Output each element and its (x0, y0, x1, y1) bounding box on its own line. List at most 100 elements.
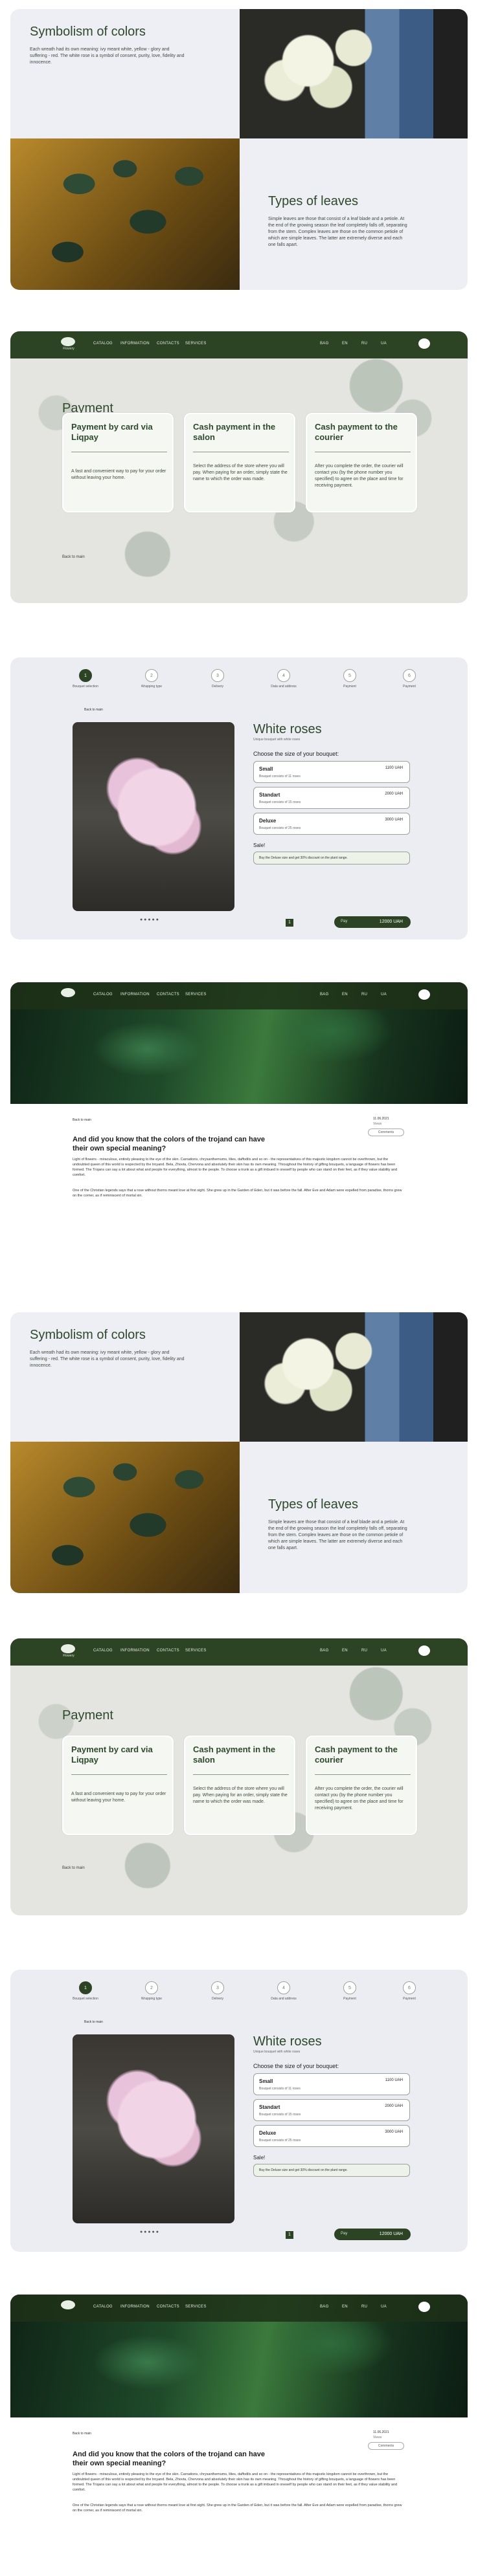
lang-ru[interactable]: RU (361, 342, 367, 346)
colors-text: Each wreath had its own meaning: ivy mea… (30, 47, 185, 65)
size-option-deluxe[interactable]: Deluxe Bouquet consists of 25 roses 3000… (253, 2125, 410, 2147)
step-1[interactable]: 1 (79, 1981, 92, 1994)
nav-contacts[interactable]: CONTACTS (157, 1649, 179, 1653)
logo-icon[interactable] (61, 2300, 75, 2309)
back-to-main-link[interactable]: Back to main (62, 555, 85, 559)
nav-bag[interactable]: BAG (320, 1649, 329, 1653)
lang-ru[interactable]: RU (361, 1649, 367, 1653)
back-to-main-link[interactable]: Back to main (62, 1866, 85, 1870)
nav-information[interactable]: INFORMATION (120, 342, 150, 346)
top-nav: Flowery CATALOG INFORMATION CONTACTS SER… (10, 331, 468, 358)
size-option-small[interactable]: Small Bouquet consists of 11 roses 1100 … (253, 2073, 410, 2095)
nav-information[interactable]: INFORMATION (120, 1649, 150, 1653)
comments-button[interactable]: Comments (368, 1128, 404, 1136)
sale-banner: Buy the Deluxe size and get 30% discount… (253, 852, 410, 864)
nav-catalog[interactable]: CATALOG (93, 2305, 113, 2309)
option-price: 2000 UAH (385, 792, 403, 796)
step-6[interactable]: 6 (403, 669, 416, 682)
payment-option-courier[interactable]: Cash payment to the courier After you co… (306, 413, 417, 512)
nav-catalog[interactable]: CATALOG (93, 1649, 113, 1653)
payment-option-salon[interactable]: Cash payment in the salon Select the add… (184, 1735, 295, 1835)
payment-option-liqpay[interactable]: Payment by card via Liqpay A fast and co… (62, 1735, 174, 1835)
qty-value[interactable]: 1 (286, 919, 293, 927)
lang-ua[interactable]: UA (381, 2305, 387, 2309)
payment-option-salon[interactable]: Cash payment in the salon Select the add… (184, 413, 295, 512)
nav-contacts[interactable]: CONTACTS (157, 2305, 179, 2309)
payment-section: Flowery CATALOG INFORMATION CONTACTS SER… (10, 331, 468, 603)
step-5[interactable]: 5 (343, 669, 356, 682)
step-2[interactable]: 2 (145, 669, 158, 682)
logo-icon[interactable] (61, 1644, 75, 1653)
step-4[interactable]: 4 (277, 669, 290, 682)
size-option-small[interactable]: Small Bouquet consists of 11 roses 1100 … (253, 761, 410, 783)
option-desc: Bouquet consists of 11 roses (259, 2087, 301, 2091)
carousel-dots[interactable]: ● ● ● ● ● (140, 918, 159, 922)
step-2[interactable]: 2 (145, 1981, 158, 1994)
lang-ru[interactable]: RU (361, 2305, 367, 2309)
pay-button[interactable]: Pay 12000 UAH (334, 2229, 411, 2240)
brand-name: Flowery (63, 1654, 74, 1658)
card-text: Select the address of the store where yo… (193, 1787, 288, 1804)
chat-icon[interactable] (418, 338, 430, 349)
logo-icon[interactable] (61, 337, 75, 346)
payment-option-liqpay[interactable]: Payment by card via Liqpay A fast and co… (62, 413, 174, 512)
back-to-main-link[interactable]: Back to main (73, 2432, 91, 2436)
size-option-standart[interactable]: Standart Bouquet consists of 15 roses 20… (253, 2099, 410, 2121)
nav-contacts[interactable]: CONTACTS (157, 342, 179, 346)
lang-en[interactable]: EN (342, 342, 348, 346)
step-5[interactable]: 5 (343, 1981, 356, 1994)
nav-catalog[interactable]: CATALOG (93, 993, 113, 996)
step-label: Wrapping type (141, 1997, 163, 2001)
carousel-dots[interactable]: ● ● ● ● ● (140, 2230, 159, 2234)
nav-information[interactable]: INFORMATION (120, 2305, 150, 2309)
step-1[interactable]: 1 (79, 669, 92, 682)
size-label: Choose the size of your bouquet: (253, 751, 339, 757)
lang-ua[interactable]: UA (381, 1649, 387, 1653)
nav-bag[interactable]: BAG (320, 342, 329, 346)
step-3[interactable]: 3 (211, 1981, 224, 1994)
top-nav: CATALOG INFORMATION CONTACTS SERVICES BA… (10, 982, 468, 1009)
lang-en[interactable]: EN (342, 2305, 348, 2309)
nav-services[interactable]: SERVICES (185, 1649, 207, 1653)
brand-name: Flowery (63, 347, 74, 351)
lang-ua[interactable]: UA (381, 993, 387, 996)
nav-services[interactable]: SERVICES (185, 993, 207, 996)
logo-icon[interactable] (61, 988, 75, 997)
nav-information[interactable]: INFORMATION (120, 993, 150, 996)
lang-en[interactable]: EN (342, 1649, 348, 1653)
nav-services[interactable]: SERVICES (185, 2305, 207, 2309)
chat-icon[interactable] (418, 989, 430, 1000)
bouquet-image (240, 1312, 468, 1442)
nav-bag[interactable]: BAG (320, 993, 329, 996)
lang-ru[interactable]: RU (361, 993, 367, 996)
nav-catalog[interactable]: CATALOG (93, 342, 113, 346)
lang-en[interactable]: EN (342, 993, 348, 996)
step-label: Wrapping type (141, 685, 163, 688)
nav-services[interactable]: SERVICES (185, 342, 207, 346)
lang-ua[interactable]: UA (381, 342, 387, 346)
step-3[interactable]: 3 (211, 669, 224, 682)
chat-icon[interactable] (418, 1646, 430, 1656)
chat-icon[interactable] (418, 2302, 430, 2312)
back-to-main-link[interactable]: Back to main (84, 2020, 103, 2024)
back-to-main-link[interactable]: Back to main (84, 708, 103, 712)
size-option-standart[interactable]: Standart Bouquet consists of 15 roses 20… (253, 787, 410, 809)
option-name: Standart (259, 2104, 280, 2110)
product-subtitle: Unique bouquet with white roses (253, 2050, 301, 2054)
divider (315, 1774, 411, 1775)
nav-bag[interactable]: BAG (320, 2305, 329, 2309)
size-option-deluxe[interactable]: Deluxe Bouquet consists of 25 roses 3000… (253, 813, 410, 835)
qty-value[interactable]: 1 (286, 2231, 293, 2239)
payment-option-courier[interactable]: Cash payment to the courier After you co… (306, 1735, 417, 1835)
payment-section: Flowery CATALOG INFORMATION CONTACTS SER… (10, 1638, 468, 1915)
leaves-image (10, 138, 240, 290)
nav-contacts[interactable]: CONTACTS (157, 993, 179, 996)
step-6[interactable]: 6 (403, 1981, 416, 1994)
comments-button[interactable]: Comments (368, 2442, 404, 2450)
top-nav: Flowery CATALOG INFORMATION CONTACTS SER… (10, 1638, 468, 1666)
card-text: A fast and convenient way to pay for you… (71, 1792, 166, 1803)
pay-button[interactable]: Pay 12000 UAH (334, 916, 411, 928)
back-to-main-link[interactable]: Back to main (73, 1118, 91, 1122)
step-4[interactable]: 4 (277, 1981, 290, 1994)
option-desc: Bouquet consists of 25 roses (259, 2139, 301, 2142)
